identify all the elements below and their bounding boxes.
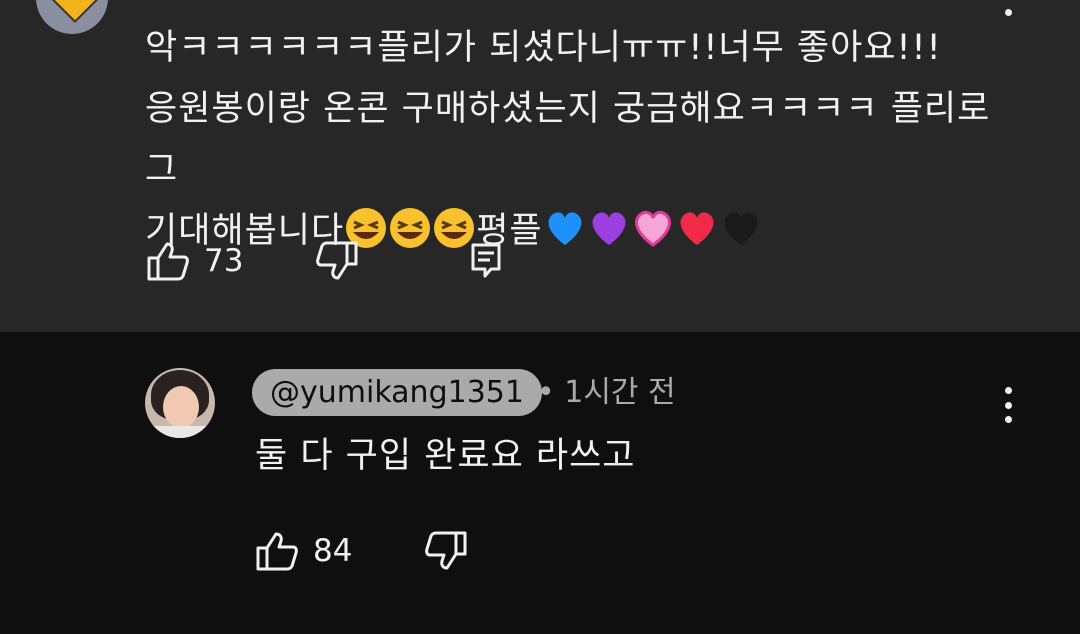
dislike-button[interactable] <box>424 530 468 572</box>
reply-actions: 84 <box>255 530 468 572</box>
top-comment: 악ㅋㅋㅋㅋㅋㅋ플리가 되셨다니ㅠㅠ!!너무 좋아요!!! 응원봉이랑 온콘 구매… <box>0 0 1080 332</box>
more-options-icon[interactable] <box>996 0 1020 16</box>
avatar[interactable] <box>145 368 215 438</box>
thumbs-down-icon <box>316 241 358 280</box>
red-heart-icon <box>680 212 714 245</box>
reply-icon <box>471 243 501 278</box>
avatar-face <box>163 386 199 428</box>
like-button[interactable]: 73 <box>146 240 243 282</box>
purple-heart-icon <box>592 212 626 245</box>
timestamp: • 1시간 전 <box>537 375 676 410</box>
avatar-image <box>50 0 100 24</box>
reply-comment: @yumikang1351 • 1시간 전 둘 다 구입 완료요 라쓰고 84 <box>0 332 1080 634</box>
pink-heart-icon <box>634 210 671 247</box>
blue-heart-icon <box>548 212 582 245</box>
reply-text: 둘 다 구입 완료요 라쓰고 <box>255 436 636 476</box>
thumbs-down-icon <box>425 531 467 570</box>
like-count: 73 <box>204 243 244 279</box>
thumbs-up-icon <box>256 532 298 571</box>
comment-line-2: 응원봉이랑 온콘 구매하셨는지 궁금해요ㅋㅋㅋㅋ 플리로그 <box>145 89 991 190</box>
reply-button[interactable] <box>469 241 503 281</box>
like-button[interactable]: 84 <box>255 530 352 572</box>
dislike-button[interactable] <box>315 240 359 282</box>
black-heart-icon <box>724 212 758 245</box>
comment-text: 악ㅋㅋㅋㅋㅋㅋ플리가 되셨다니ㅠㅠ!!너무 좋아요!!! 응원봉이랑 온콘 구매… <box>145 18 1005 262</box>
like-count: 84 <box>313 533 353 569</box>
avatar[interactable] <box>36 0 108 34</box>
avatar-shirt <box>145 426 215 438</box>
author-name[interactable]: @yumikang1351 <box>252 369 542 416</box>
comment-actions: 73 <box>146 240 503 282</box>
comment-line-1: 악ㅋㅋㅋㅋㅋㅋ플리가 되셨다니ㅠㅠ!!너무 좋아요!!! <box>145 28 942 68</box>
thumbs-up-icon <box>147 242 189 281</box>
more-options-icon[interactable] <box>996 387 1020 423</box>
